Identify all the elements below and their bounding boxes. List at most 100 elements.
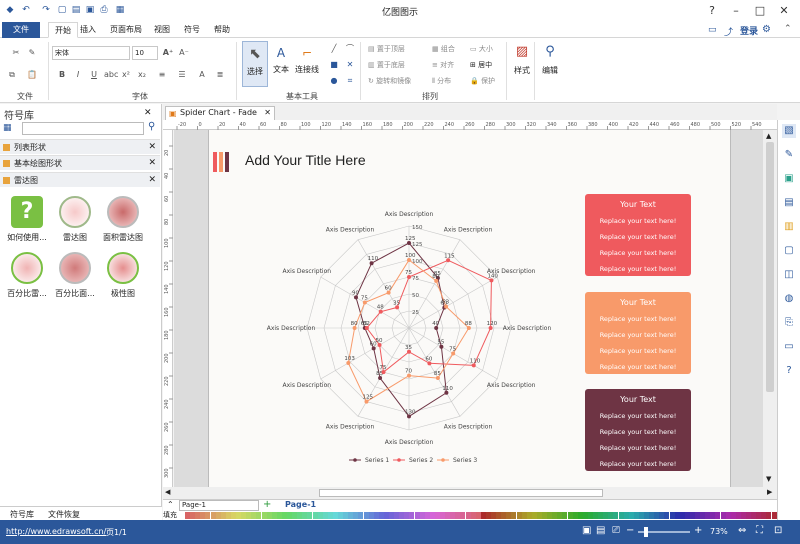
tab-page-layout[interactable]: 页面布局 [104, 22, 148, 38]
grow-font-icon[interactable]: A⁺ [162, 48, 174, 58]
page-tab[interactable]: Page-1 [285, 500, 316, 509]
size-button[interactable]: ▭ 大小 [470, 44, 493, 54]
tab-library[interactable]: 符号库 [10, 509, 34, 520]
library-grid-icon[interactable]: ▦ [3, 123, 21, 135]
scroll-right-icon[interactable]: ▶ [767, 488, 772, 496]
italic-icon[interactable]: I [72, 70, 84, 80]
library-category-basic-drawing[interactable]: 基本绘图形状 ✕ [0, 155, 160, 170]
tab-view[interactable]: 视图 [148, 22, 176, 38]
close-icon[interactable]: ✕ [148, 156, 156, 171]
scroll-thumb[interactable] [766, 142, 774, 392]
strikethrough-icon[interactable]: abc [104, 70, 118, 80]
globe-icon[interactable]: ◍ [782, 292, 796, 306]
navigator-icon[interactable]: ◫ [782, 268, 796, 282]
send-back-button[interactable]: ▥ 置于底层 [368, 60, 405, 70]
close-icon[interactable]: ✕ [148, 173, 156, 188]
attachment-icon[interactable]: ⎘ [782, 316, 796, 330]
tab-help[interactable]: 帮助 [208, 22, 236, 38]
close-icon[interactable]: ✕ [148, 140, 156, 155]
point-icon[interactable]: ✕ [344, 60, 356, 70]
rotate-mirror-button[interactable]: ↻ 旋转和镜像 [368, 76, 411, 86]
scroll-left-icon[interactable]: ◀ [165, 488, 170, 496]
rectangle-icon[interactable]: ■ [328, 60, 340, 70]
format-painter-icon[interactable]: ✎ [26, 48, 38, 58]
login-link[interactable]: 登录 [740, 24, 758, 37]
style-button[interactable]: ▨ 样式 [510, 42, 534, 88]
zoom-slider-thumb[interactable] [644, 527, 648, 537]
distribute-button[interactable]: ⫴ 分布 [432, 76, 451, 86]
comment-icon[interactable]: ▭ [782, 340, 796, 354]
tab-file[interactable]: 文件 [2, 22, 40, 38]
shape-area-radar[interactable]: 面积雷达图 [98, 196, 148, 243]
fullscreen-icon[interactable]: ⛶ [756, 525, 763, 536]
ellipse-icon[interactable]: ● [328, 76, 340, 86]
fit-page-icon[interactable]: ▤ [596, 525, 605, 536]
page-view-icon[interactable]: ▣ [582, 525, 591, 536]
drawing-page[interactable]: Add Your Title Here Axis Description Axis… [208, 130, 731, 487]
image-panel-icon[interactable]: ▤ [782, 196, 796, 210]
website-link[interactable]: http://www.edrawsoft.cn/ [6, 527, 106, 536]
shrink-font-icon[interactable]: A⁻ [178, 48, 190, 58]
line-icon[interactable]: ╱ [328, 44, 340, 54]
bring-front-button[interactable]: ▤ 置于顶层 [368, 44, 405, 54]
maximize-button[interactable]: □ [752, 3, 768, 19]
tab-insert[interactable]: 插入 [74, 22, 102, 38]
shape-percent-radar[interactable]: 百分比雷... [2, 252, 52, 299]
page-select[interactable]: Page-1 [179, 500, 259, 511]
text-box-1[interactable]: Your Text Replace your text here! Replac… [585, 194, 691, 276]
line-panel-icon[interactable]: ✎ [782, 148, 796, 162]
search-icon[interactable]: ⚲ [148, 121, 155, 132]
copy-icon[interactable]: ⧉ [6, 70, 18, 80]
crop-icon[interactable]: ⌗ [344, 76, 356, 86]
document-tab[interactable]: ▣ Spider Chart - Fade ✕ [165, 106, 275, 120]
close-tab-icon[interactable]: ✕ [264, 107, 271, 119]
shape-radar[interactable]: 雷达图 [50, 196, 100, 243]
underline-icon[interactable]: U [88, 70, 100, 80]
add-page-icon[interactable]: + [263, 499, 271, 510]
minimize-button[interactable]: – [728, 3, 744, 19]
text-align-icon[interactable]: ≣ [214, 70, 226, 80]
connector-tool-button[interactable]: ⌐ 连接线 [293, 41, 321, 87]
text-box-2[interactable]: Your Text Replace your text here! Replac… [585, 292, 691, 374]
font-name-select[interactable]: 宋体 [52, 46, 130, 60]
spider-chart[interactable]: Axis Description Axis Description Axis Des… [239, 200, 579, 470]
close-button[interactable]: ✕ [776, 3, 792, 19]
scroll-up-icon[interactable]: ▲ [766, 132, 771, 140]
color-palette[interactable]: 填充 [163, 511, 777, 520]
edit-button[interactable]: ⚲ 编辑 [538, 42, 562, 88]
group-button[interactable]: ▦ 组合 [432, 44, 455, 54]
color-swatches[interactable] [185, 512, 777, 519]
share-icon[interactable]: ⤴ [724, 25, 733, 38]
tab-symbol[interactable]: 符号 [178, 22, 206, 38]
shadow-panel-icon[interactable]: ▣ [782, 172, 796, 186]
scroll-thumb[interactable] [319, 489, 603, 497]
protect-button[interactable]: 🔒 保护 [470, 76, 495, 86]
zoom-in-icon[interactable]: + [694, 525, 702, 536]
zoom-out-icon[interactable]: − [626, 525, 634, 536]
presentation-icon[interactable]: ⎚ [612, 525, 620, 536]
font-size-select[interactable]: 10 [132, 46, 158, 60]
paste-icon[interactable]: 📋 [26, 70, 38, 80]
select-tool-button[interactable]: ⬉ 选择 [242, 41, 268, 87]
drawing-canvas[interactable]: Add Your Title Here Axis Description Axis… [174, 130, 763, 487]
tab-file-recovery[interactable]: 文件恢复 [48, 509, 80, 520]
superscript-icon[interactable]: x² [120, 70, 132, 80]
layer-panel-icon[interactable]: ▥ [782, 220, 796, 234]
horizontal-scrollbar[interactable]: ◀ ▶ [163, 487, 777, 499]
line-spacing-icon[interactable]: ≡ [156, 70, 168, 80]
color-swatch[interactable] [771, 512, 777, 519]
collapse-icon[interactable]: ⌃ [167, 500, 174, 509]
shape-polar[interactable]: 极性图 [98, 252, 148, 299]
curve-icon[interactable]: ⌒ [344, 44, 356, 54]
scroll-down-icon[interactable]: ▼ [766, 475, 771, 483]
font-color-icon[interactable]: A [196, 70, 208, 80]
fill-panel-icon[interactable]: ▧ [782, 124, 796, 138]
vertical-scrollbar[interactable]: ▲ ▼ [763, 130, 777, 487]
page-title[interactable]: Add Your Title Here [245, 152, 366, 168]
text-tool-button[interactable]: A 文本 [270, 41, 292, 87]
subscript-icon[interactable]: x₂ [136, 70, 148, 80]
align-button[interactable]: ≡ 对齐 [432, 60, 454, 70]
fit-window-icon[interactable]: ⊡ [774, 525, 782, 536]
center-button[interactable]: ⊞ 居中 [470, 60, 492, 70]
collapse-ribbon-icon[interactable]: ⌃ [784, 24, 792, 34]
